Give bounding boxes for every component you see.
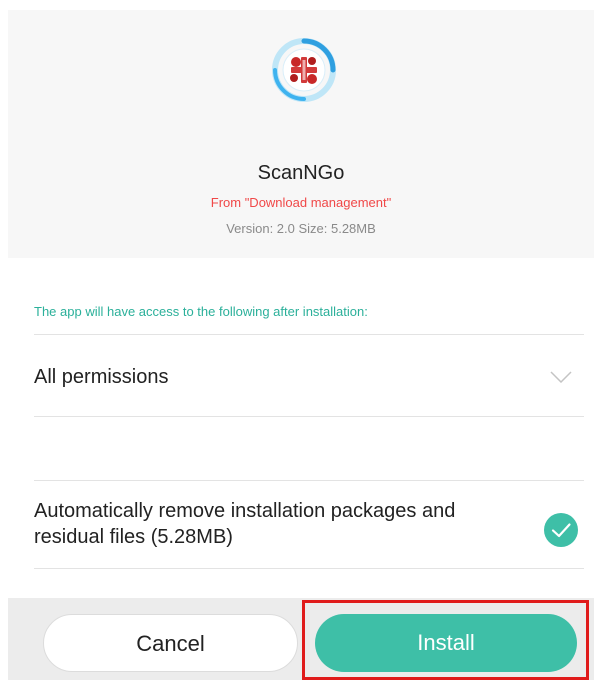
action-bar: Cancel Install [8,598,594,680]
divider [34,480,584,481]
installer-dialog: ScanNGo From "Download management" Versi… [8,10,594,680]
app-name: ScanNGo [257,162,345,184]
all-permissions-row[interactable]: All permissions [8,336,594,416]
auto-remove-packages-label: Automatically remove installation packag… [34,500,456,548]
divider [34,568,584,569]
chevron-down-icon[interactable] [550,371,572,383]
app-source: From "Download management" [210,195,392,210]
all-permissions-label: All permissions [34,366,169,388]
app-version-size: Version: 2.0 Size: 5.28MB [226,221,376,236]
auto-remove-packages-row[interactable]: Automatically remove installation packag… [8,482,594,568]
divider [34,416,584,417]
app-info-header: ScanNGo From "Download management" Versi… [8,10,594,258]
cancel-button[interactable]: Cancel [43,614,298,672]
divider [34,334,584,335]
access-note: The app will have access to the followin… [34,304,368,319]
check-circle-icon[interactable] [543,512,579,548]
permissions-section: The app will have access to the followin… [8,258,594,598]
install-button[interactable]: Install [315,614,577,672]
app-icon [272,38,336,102]
